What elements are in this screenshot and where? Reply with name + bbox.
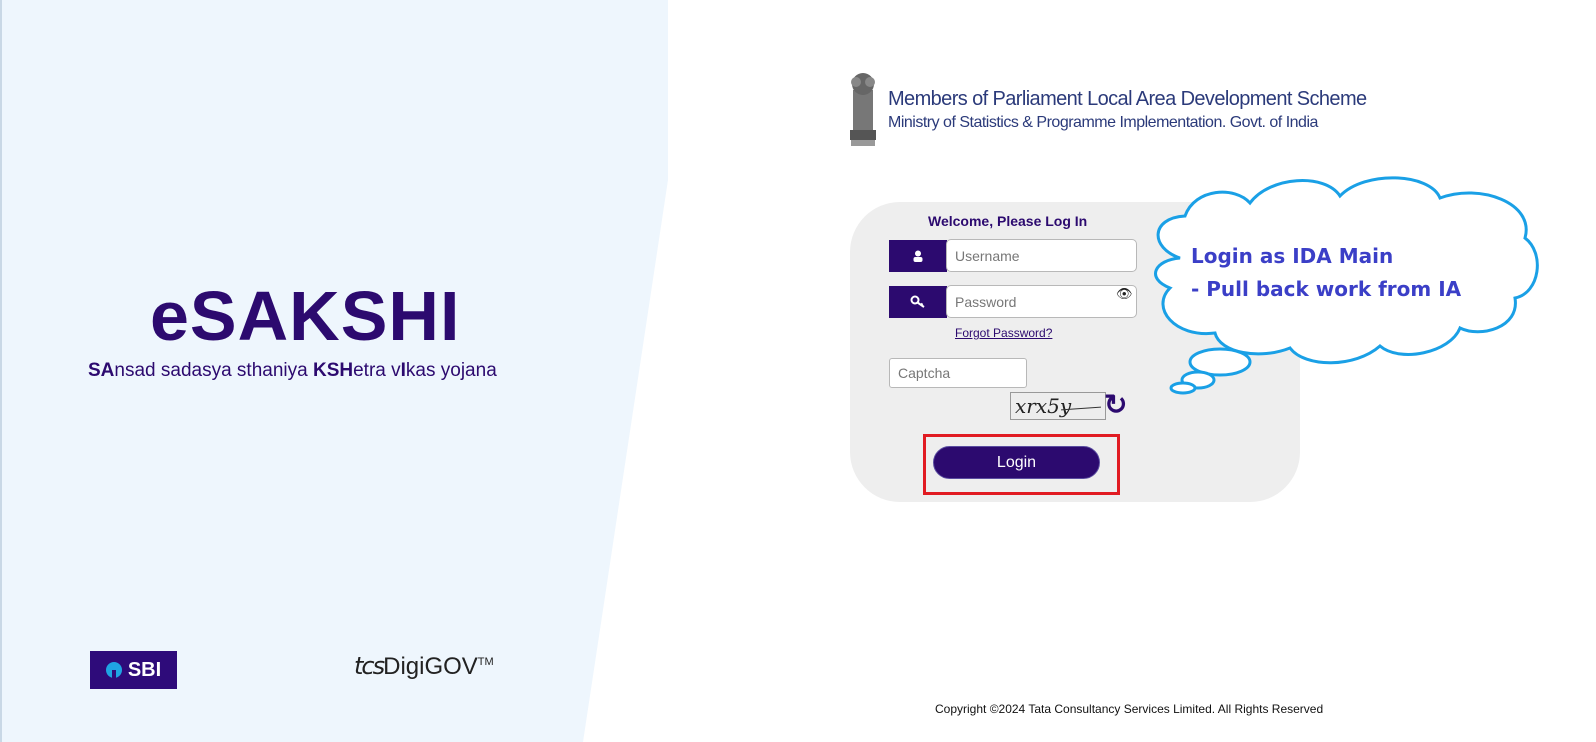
scheme-name: Members of Parliament Local Area Develop…	[888, 88, 1367, 110]
ministry-name: Ministry of Statistics & Programme Imple…	[888, 114, 1318, 131]
national-emblem-icon	[850, 73, 876, 146]
tcs-logo-prefix: tcs	[354, 652, 385, 680]
annotation-line-1: Login as IDA Main	[1191, 244, 1394, 268]
copyright-footer: Copyright ©2024 Tata Consultancy Service…	[935, 702, 1324, 716]
sbi-logo: SBI	[90, 651, 177, 689]
app-title: eSAKSHI	[150, 277, 461, 355]
key-icon	[889, 286, 947, 318]
captcha-input[interactable]	[889, 358, 1027, 388]
ministry-header: Members of Parliament Local Area Develop…	[848, 70, 1367, 150]
sbi-mark-icon	[105, 662, 122, 678]
captcha-image: xrx5y	[1010, 392, 1106, 420]
trademark-mark: TM	[477, 656, 494, 668]
tcs-digigov-logo: tcsDigiGOVTM	[354, 652, 494, 681]
tagline-part-4: etra v	[353, 360, 401, 381]
tagline-part-6: kas yojana	[405, 360, 497, 381]
tagline-part-3: KSH	[312, 360, 354, 381]
annotation-text: Login as IDA Main - Pull back work from …	[1191, 240, 1461, 306]
sbi-logo-text: SBI	[127, 658, 162, 681]
password-input[interactable]	[946, 285, 1137, 318]
left-edge-divider	[0, 0, 2, 742]
login-welcome-text: Welcome, Please Log In	[928, 213, 1088, 229]
app-tagline: SAnsad sadasya sthaniya KSHetra vIkas yo…	[88, 360, 497, 382]
username-input[interactable]	[946, 239, 1137, 272]
show-password-eye-icon[interactable]: 👁	[1116, 286, 1133, 302]
tagline-part-1: SA	[88, 360, 115, 381]
tagline-part-2: nsad sadasya sthaniya	[114, 360, 313, 381]
tcs-logo-name: DigiGOV	[383, 653, 478, 680]
forgot-password-link[interactable]: Forgot Password?	[955, 326, 1052, 340]
user-icon	[889, 240, 947, 272]
login-button[interactable]: Login	[933, 446, 1100, 479]
annotation-line-2: - Pull back work from IA	[1191, 277, 1462, 301]
refresh-captcha-icon[interactable]: ↻	[1104, 388, 1127, 421]
